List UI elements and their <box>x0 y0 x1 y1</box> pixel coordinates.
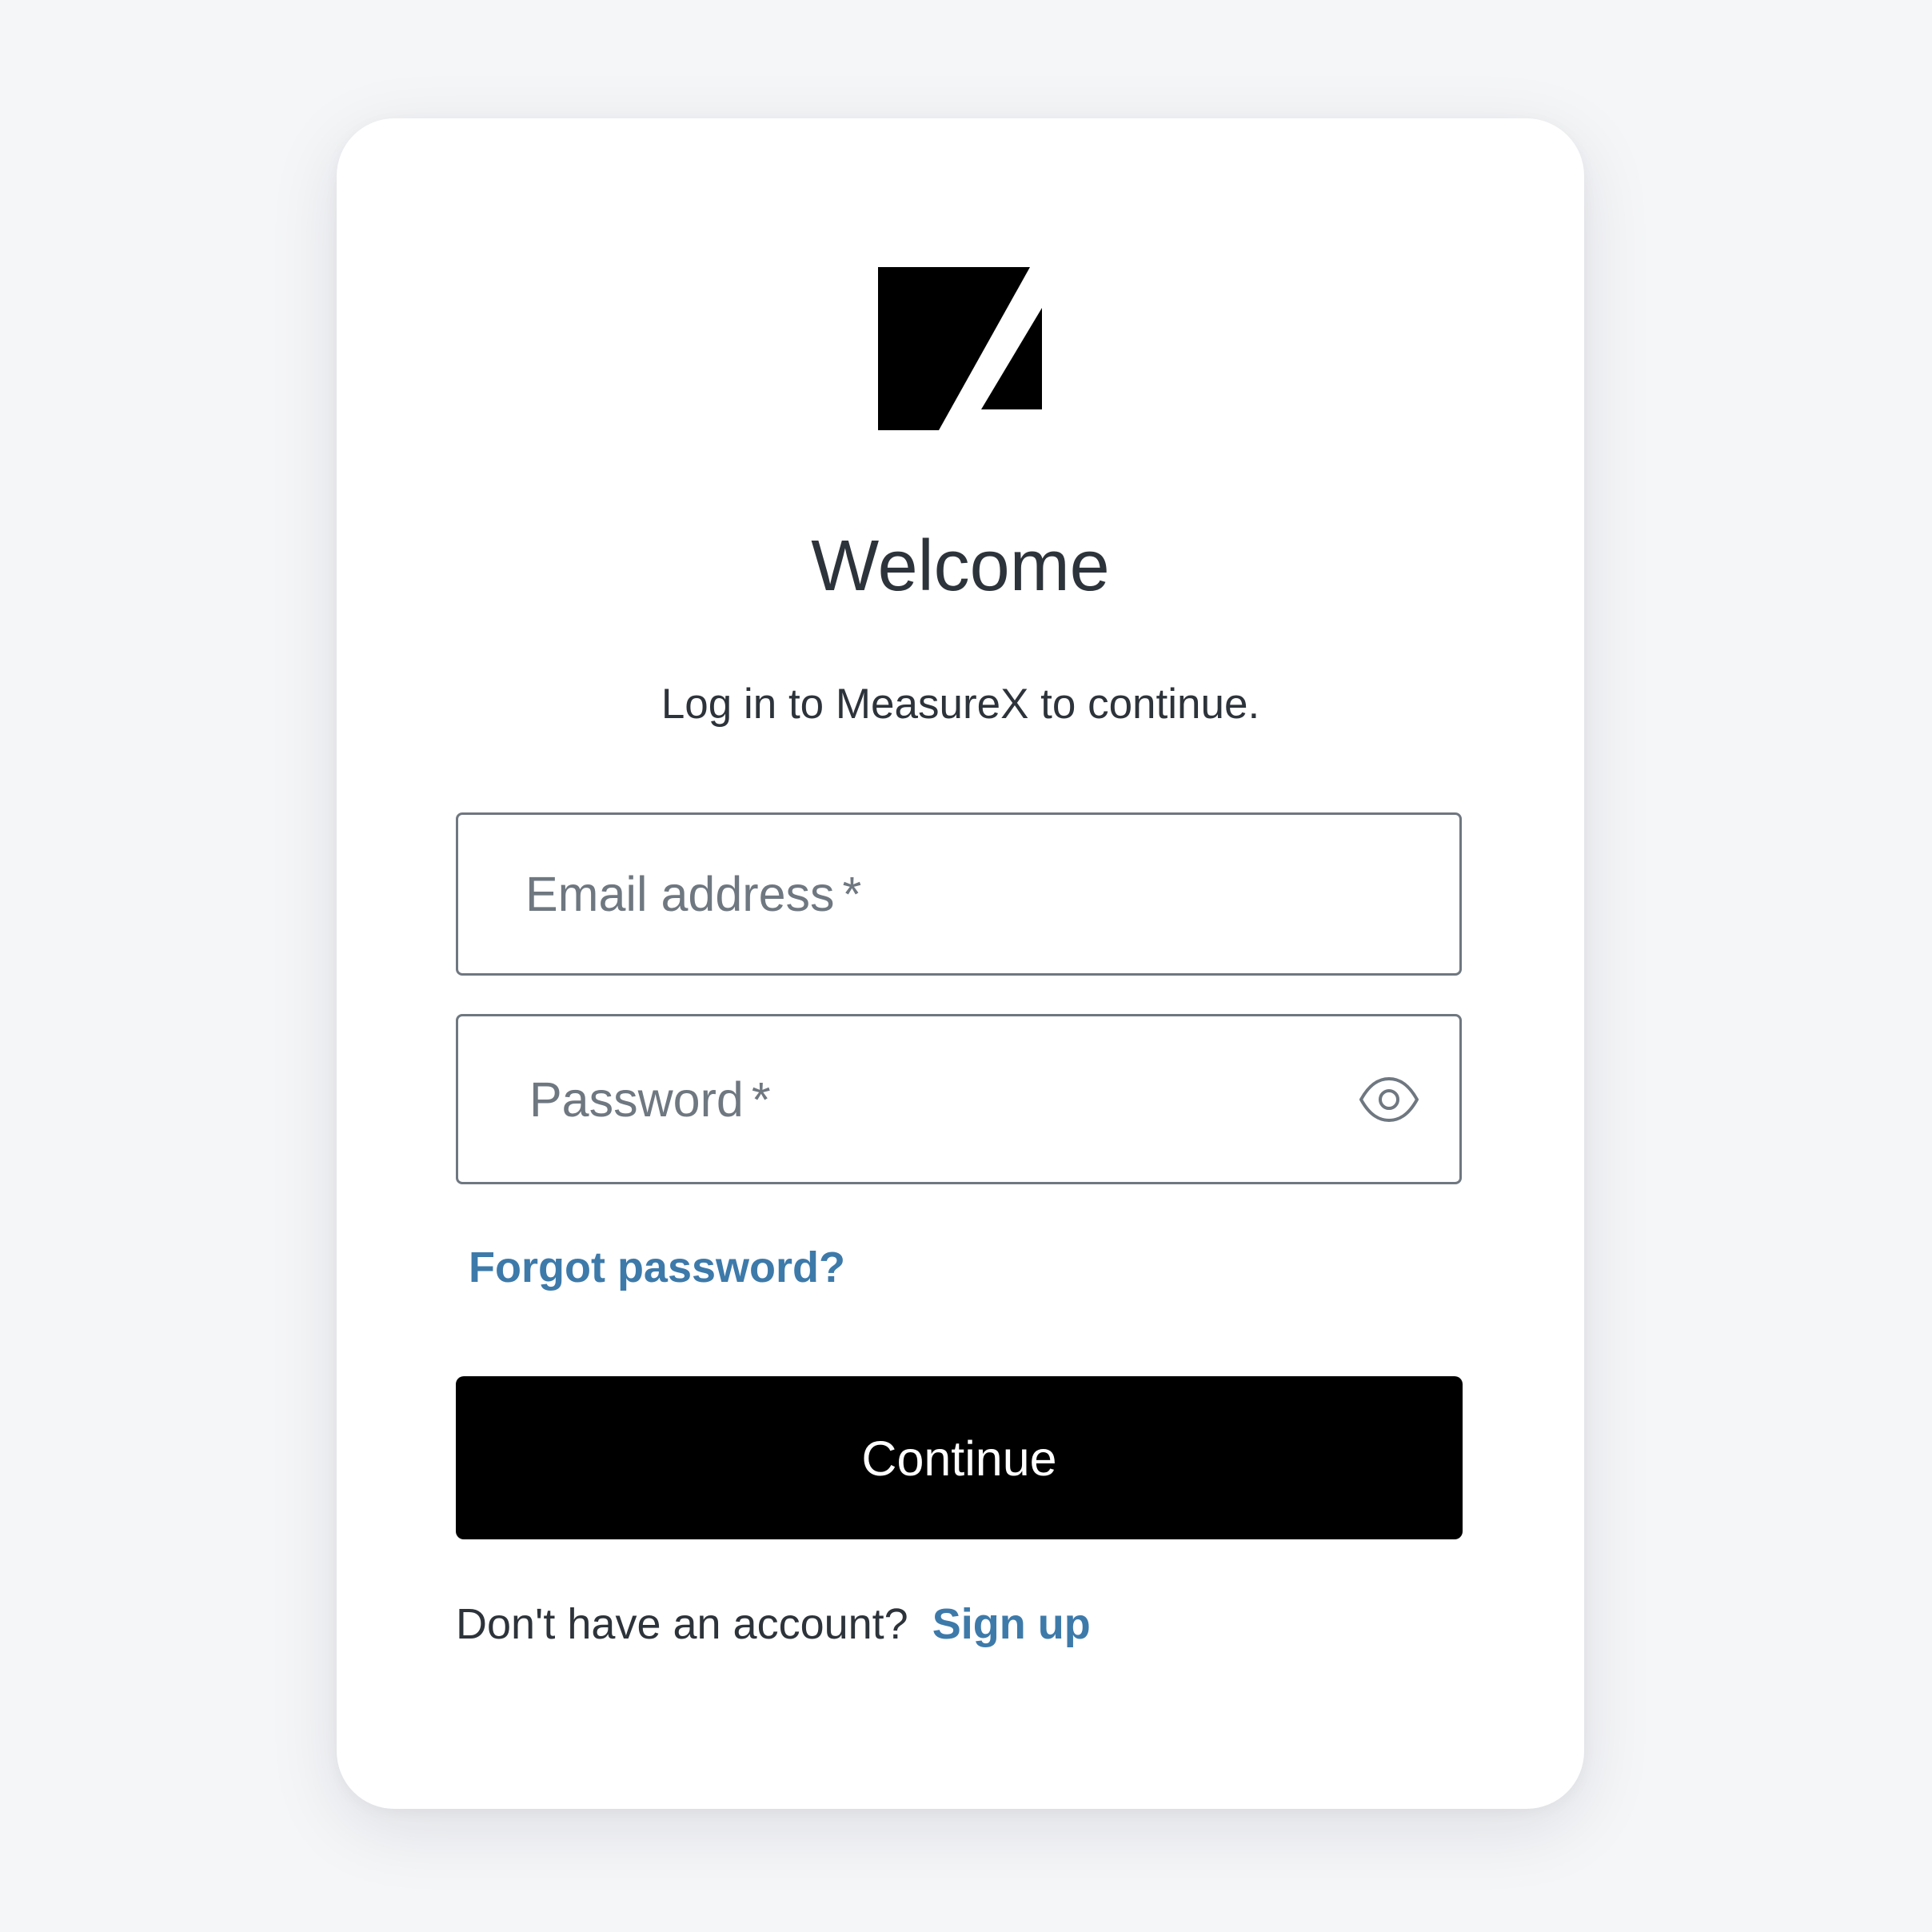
email-placeholder: Email address * <box>525 866 861 922</box>
email-placeholder-text: Email address <box>525 867 835 921</box>
page-title: Welcome <box>811 526 1110 606</box>
password-required-marker: * <box>751 1072 771 1127</box>
password-field[interactable]: Password * <box>456 1014 1462 1184</box>
signup-link[interactable]: Sign up <box>932 1600 1091 1648</box>
signup-prompt: Don't have an account? <box>456 1600 908 1648</box>
password-placeholder-text: Password <box>529 1072 744 1127</box>
page-subtitle: Log in to MeasureX to continue. <box>661 681 1260 728</box>
password-placeholder: Password * <box>529 1072 771 1128</box>
email-field[interactable]: Email address * <box>456 812 1462 976</box>
forgot-password-link[interactable]: Forgot password? <box>469 1242 845 1293</box>
eye-icon[interactable] <box>1359 1076 1419 1122</box>
continue-button[interactable]: Continue <box>456 1376 1463 1539</box>
email-required-marker: * <box>842 867 862 921</box>
measurex-logo-icon <box>878 267 1042 430</box>
signup-row: Don't have an account? Sign up <box>456 1597 1091 1651</box>
